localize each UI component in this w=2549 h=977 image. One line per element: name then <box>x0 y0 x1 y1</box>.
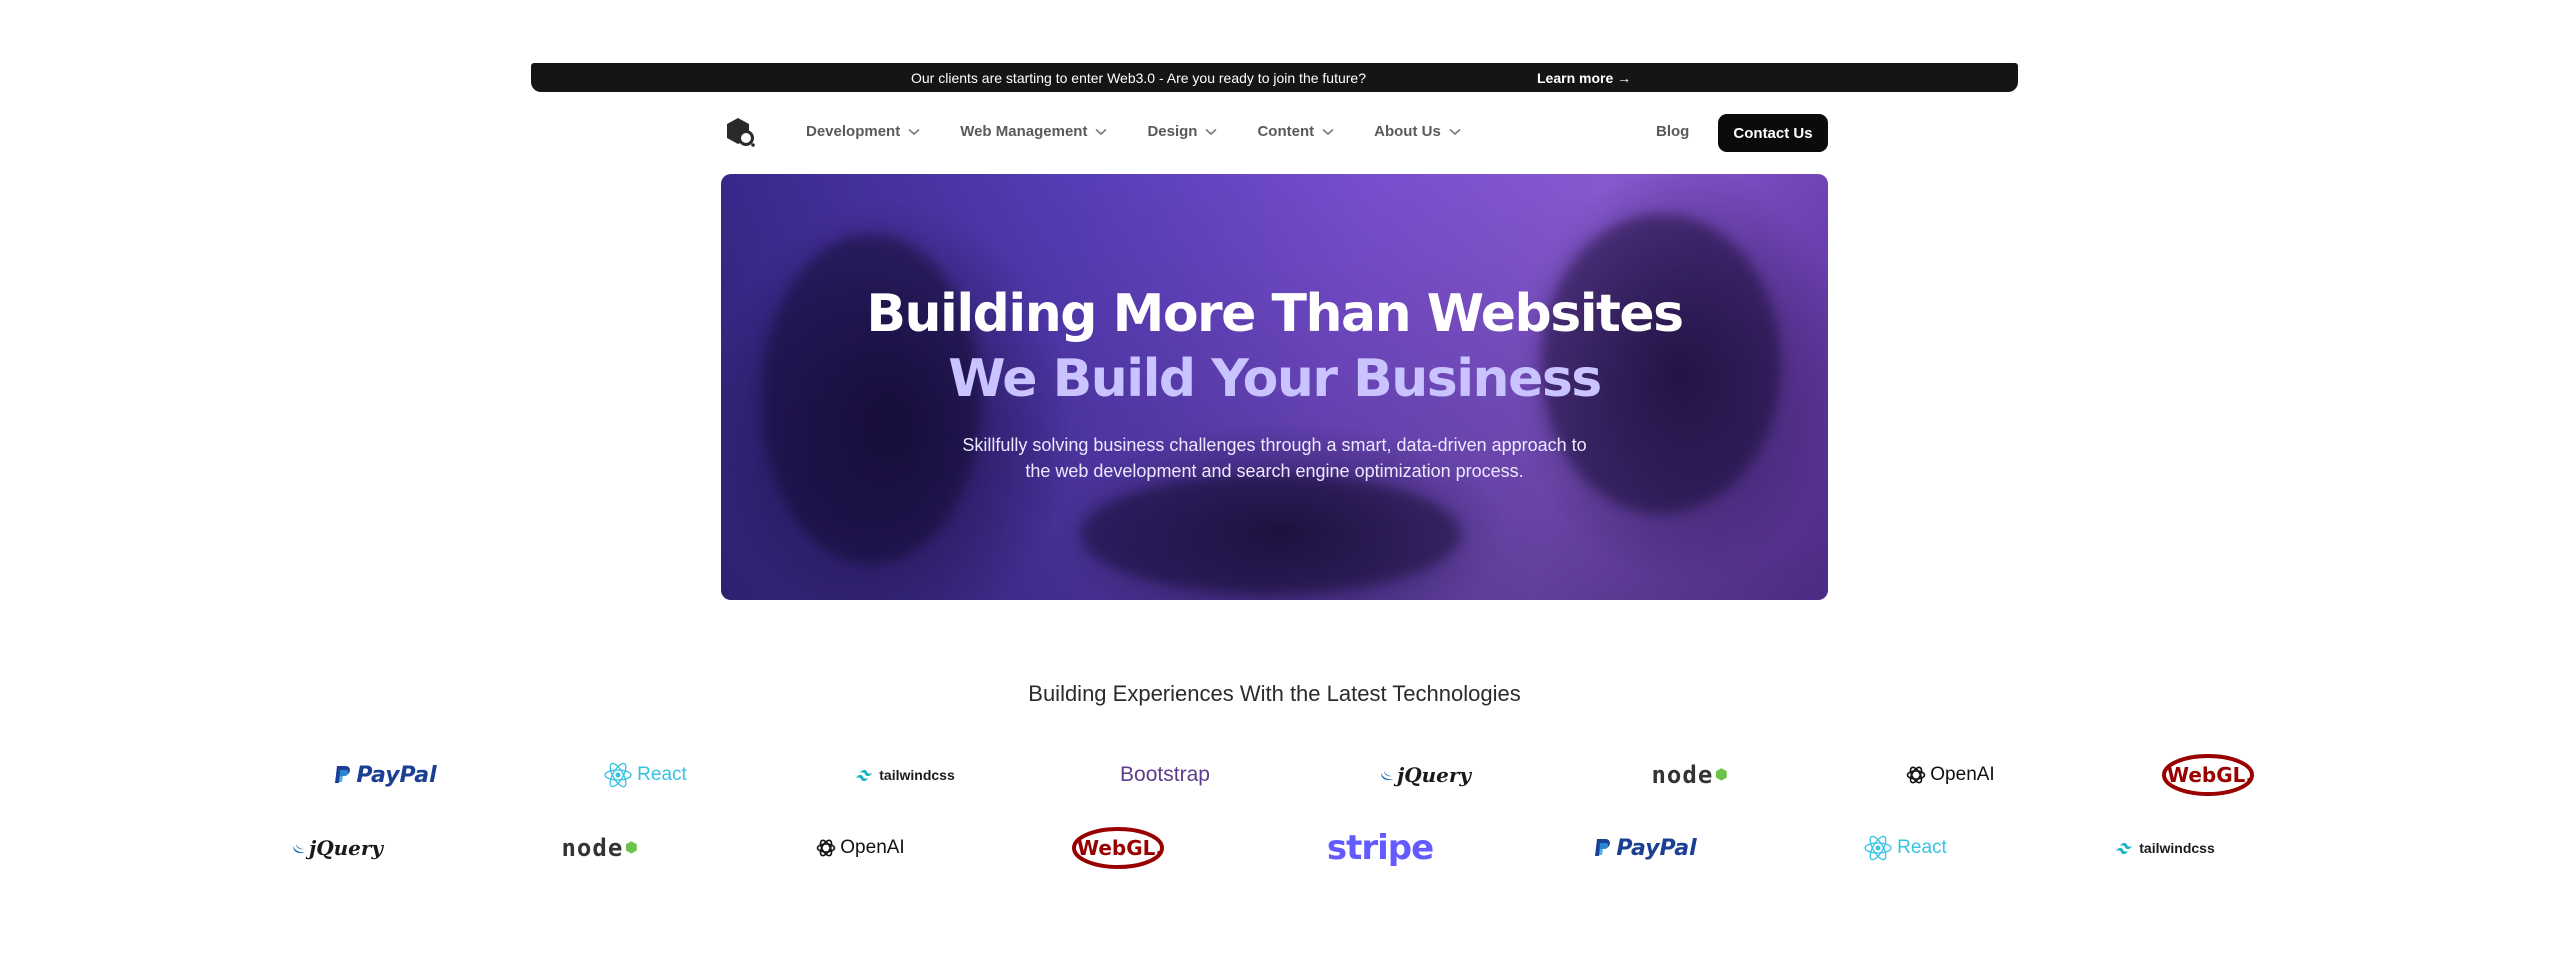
nav-item-web-management[interactable]: Web Management <box>960 123 1107 140</box>
nav-item-development[interactable]: Development <box>806 123 920 140</box>
hero-subtitle-line1: Skillfully solving business challenges t… <box>962 435 1587 455</box>
main-nav: Development Web Management Design Conten… <box>722 111 1828 153</box>
paypal-logo: PayPal <box>320 750 450 800</box>
tailwindcss-logo: tailwindcss <box>850 750 960 800</box>
bootstrap-logo-text: Bootstrap <box>1120 763 1210 786</box>
openai-logo-text: OpenAI <box>840 837 905 858</box>
openai-logo-text: OpenAI <box>1930 764 1995 785</box>
nav-menu: Development Web Management Design Conten… <box>806 123 1501 140</box>
webgl-logo-text: WebGL. <box>1077 836 1163 860</box>
nav-item-label: Content <box>1257 123 1315 140</box>
nodejs-logo-text: node <box>561 834 624 862</box>
chevron-down-icon <box>1095 128 1107 135</box>
chevron-down-icon <box>1205 128 1218 135</box>
nav-item-label: Development <box>806 123 901 140</box>
nodejs-hex-icon: ⬢ <box>1715 767 1729 783</box>
hero-title-line1: Building More Than Websites <box>866 284 1684 344</box>
paypal-logo-text: PayPal <box>356 762 437 788</box>
webgl-logo-text: WebGL. <box>2167 763 2253 787</box>
hero-banner: Building More Than Websites We Build You… <box>721 174 1828 600</box>
jquery-logo-text: jQuery <box>1396 763 1472 787</box>
hero-subtitle-line2: the web development and search engine op… <box>1025 461 1524 481</box>
openai-logo: OpenAI <box>1895 750 2005 800</box>
openai-logo: OpenAI <box>805 823 915 873</box>
paypal-logo-text: PayPal <box>1616 835 1697 861</box>
nav-item-content[interactable]: Content <box>1257 123 1334 140</box>
contact-us-button[interactable]: Contact Us <box>1718 114 1828 152</box>
paypal-icon <box>1595 839 1611 856</box>
react-logo-text: React <box>637 764 687 785</box>
react-icon <box>1864 835 1892 861</box>
logo-row: jQuery node ⬢ OpenAI WebGL. stripe PayPal… <box>0 823 2549 873</box>
tailwindcss-logo: tailwindcss <box>2110 823 2220 873</box>
chevron-down-icon <box>1449 128 1461 135</box>
nav-item-about-us[interactable]: About Us <box>1374 123 1461 140</box>
logo-row: PayPal React tailwindcss Bootstrap jQuer… <box>0 750 2549 800</box>
chevron-down-icon <box>1322 128 1334 135</box>
tailwindcss-logo-text: tailwindcss <box>879 767 955 783</box>
react-logo-text: React <box>1897 837 1947 858</box>
paypal-logo: PayPal <box>1580 823 1710 873</box>
openai-icon <box>1906 766 1926 784</box>
jquery-icon <box>1380 771 1393 781</box>
stripe-logo-text: stripe <box>1326 828 1434 868</box>
hexagon-logo-icon[interactable] <box>724 116 756 148</box>
tailwind-icon <box>856 769 873 781</box>
tailwindcss-logo-text: tailwindcss <box>2139 840 2215 856</box>
stripe-logo: stripe <box>1326 823 1434 873</box>
tailwind-icon <box>2116 842 2133 854</box>
logo-fade-left <box>100 740 300 890</box>
announcement-message: Our clients are starting to enter Web3.0… <box>911 70 1366 86</box>
chevron-down-icon <box>908 128 920 135</box>
openai-icon <box>816 839 836 857</box>
bootstrap-logo: Bootstrap <box>1110 750 1220 800</box>
nodejs-logo-text: node <box>1651 761 1714 789</box>
react-logo: React <box>590 750 700 800</box>
nodejs-logo: node ⬢ <box>1630 750 1750 800</box>
blog-link[interactable]: Blog <box>1656 123 1689 140</box>
nav-item-label: About Us <box>1374 123 1441 140</box>
webgl-logo: WebGL. <box>2160 750 2260 800</box>
jquery-logo: jQuery <box>1370 750 1480 800</box>
learn-more-link[interactable]: Learn more → <box>1537 70 1631 86</box>
nav-item-label: Web Management <box>960 123 1088 140</box>
webgl-logo: WebGL. <box>1070 823 1170 873</box>
technologies-heading: Building Experiences With the Latest Tec… <box>1028 681 1521 706</box>
react-logo: React <box>1850 823 1960 873</box>
nav-item-label: Design <box>1147 123 1198 140</box>
paypal-icon <box>335 766 351 783</box>
announcement-bar: Our clients are starting to enter Web3.0… <box>531 63 2018 92</box>
hero-title-line2: We Build Your Business <box>948 349 1602 409</box>
react-icon <box>604 762 632 788</box>
nodejs-logo: node ⬢ <box>540 823 660 873</box>
jquery-logo-text: jQuery <box>308 836 384 860</box>
nodejs-hex-icon: ⬢ <box>625 840 639 856</box>
logo-fade-right <box>2300 740 2500 890</box>
nav-item-design[interactable]: Design <box>1147 123 1218 140</box>
